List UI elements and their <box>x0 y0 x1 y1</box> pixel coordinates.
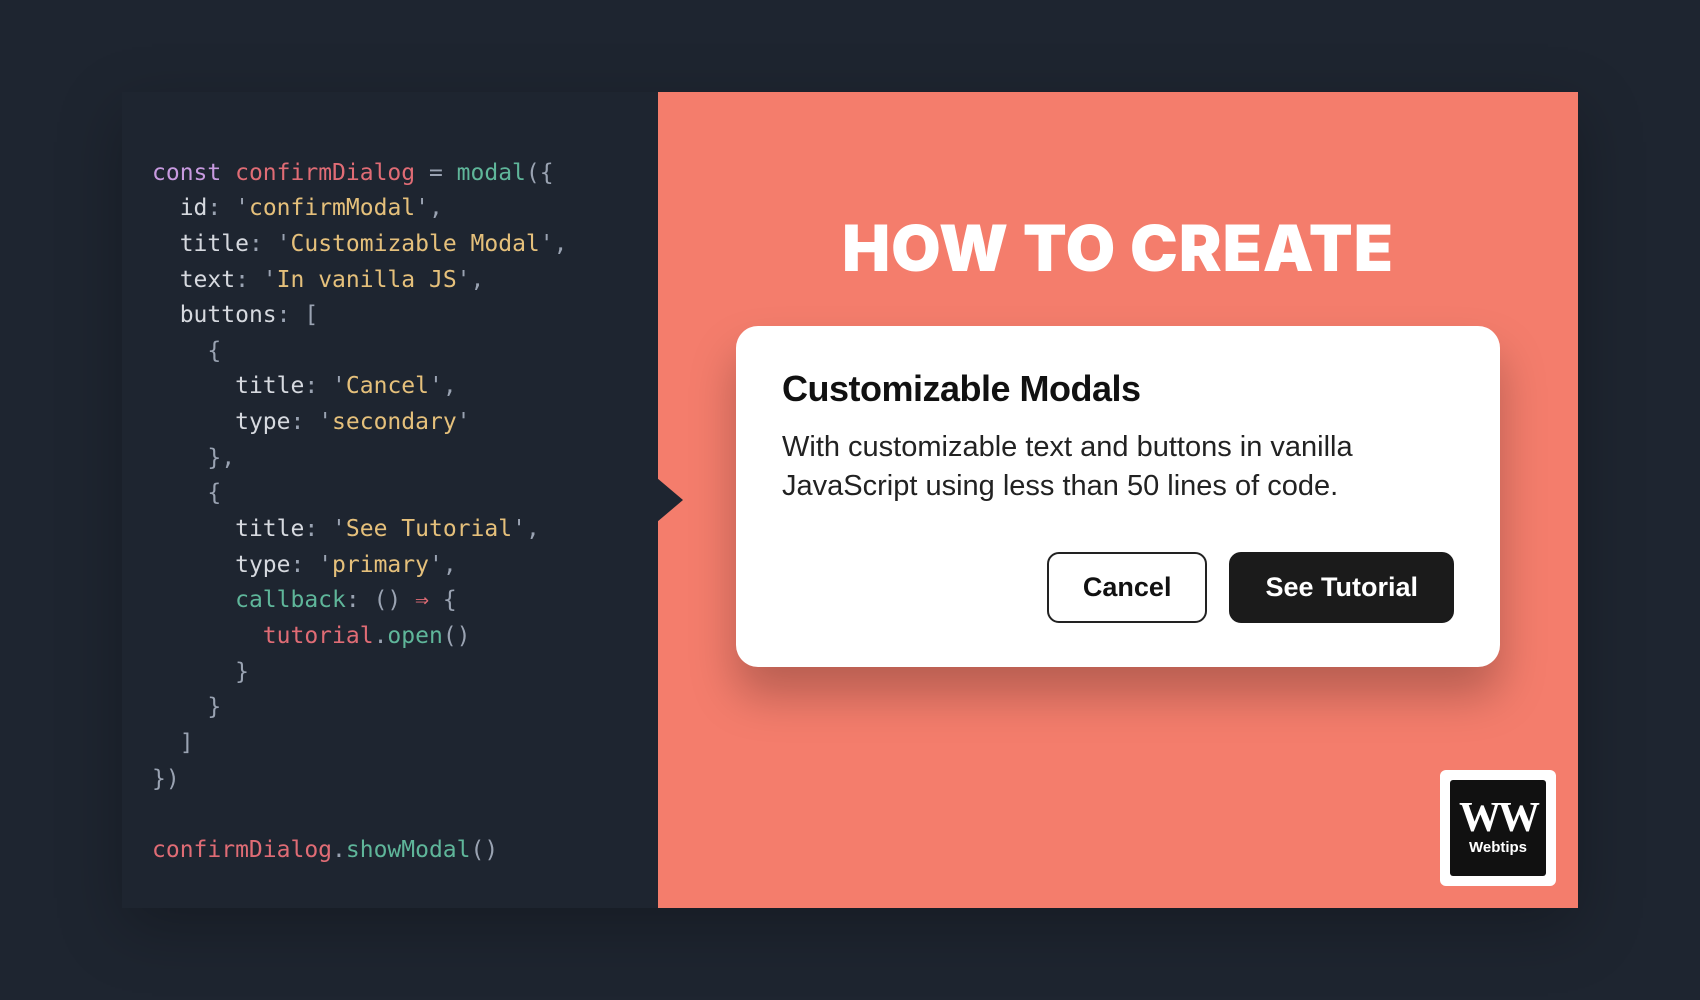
code-function: modal <box>457 160 526 186</box>
code-prop: buttons <box>180 302 277 328</box>
webtips-logo: WW Webtips <box>1440 770 1556 886</box>
code-string: See Tutorial <box>346 516 512 542</box>
code-punct: = <box>415 160 457 186</box>
modal-title: Customizable Modals <box>782 368 1454 410</box>
code-snippet: const confirmDialog = modal({ id: 'confi… <box>122 92 658 908</box>
pointer-arrow-icon <box>657 478 683 522</box>
logo-text: Webtips <box>1469 839 1527 856</box>
code-punct: ({ <box>526 160 554 186</box>
code-string: Cancel <box>346 373 429 399</box>
code-prop: title <box>180 231 249 257</box>
code-string: secondary <box>332 409 457 435</box>
code-prop: type <box>235 552 290 578</box>
modal-button-row: Cancel See Tutorial <box>782 552 1454 623</box>
headline: HOW TO CREATE <box>658 210 1578 287</box>
code-function: showModal <box>346 837 471 863</box>
code-prop: title <box>235 373 304 399</box>
code-keyword: const <box>152 160 221 186</box>
code-arrow: ⇒ <box>415 587 429 613</box>
hero-panel: HOW TO CREATE Customizable Modals With c… <box>658 92 1578 908</box>
code-string: confirmModal <box>249 195 415 221</box>
see-tutorial-button[interactable]: See Tutorial <box>1229 552 1454 623</box>
cancel-button[interactable]: Cancel <box>1047 552 1208 623</box>
code-identifier: confirmDialog <box>235 160 415 186</box>
code-string: Customizable Modal <box>291 231 540 257</box>
logo-mark: WW <box>1459 800 1537 838</box>
code-string: primary <box>332 552 429 578</box>
modal-text: With customizable text and buttons in va… <box>782 428 1454 506</box>
code-prop: callback <box>235 587 346 613</box>
code-prop: id <box>180 195 208 221</box>
code-function: open <box>387 623 442 649</box>
code-string: In vanilla JS <box>277 267 457 293</box>
code-prop: type <box>235 409 290 435</box>
code-identifier: confirmDialog <box>152 837 332 863</box>
modal-dialog: Customizable Modals With customizable te… <box>736 326 1500 667</box>
code-prop: text <box>180 267 235 293</box>
code-identifier: tutorial <box>263 623 374 649</box>
code-prop: title <box>235 516 304 542</box>
